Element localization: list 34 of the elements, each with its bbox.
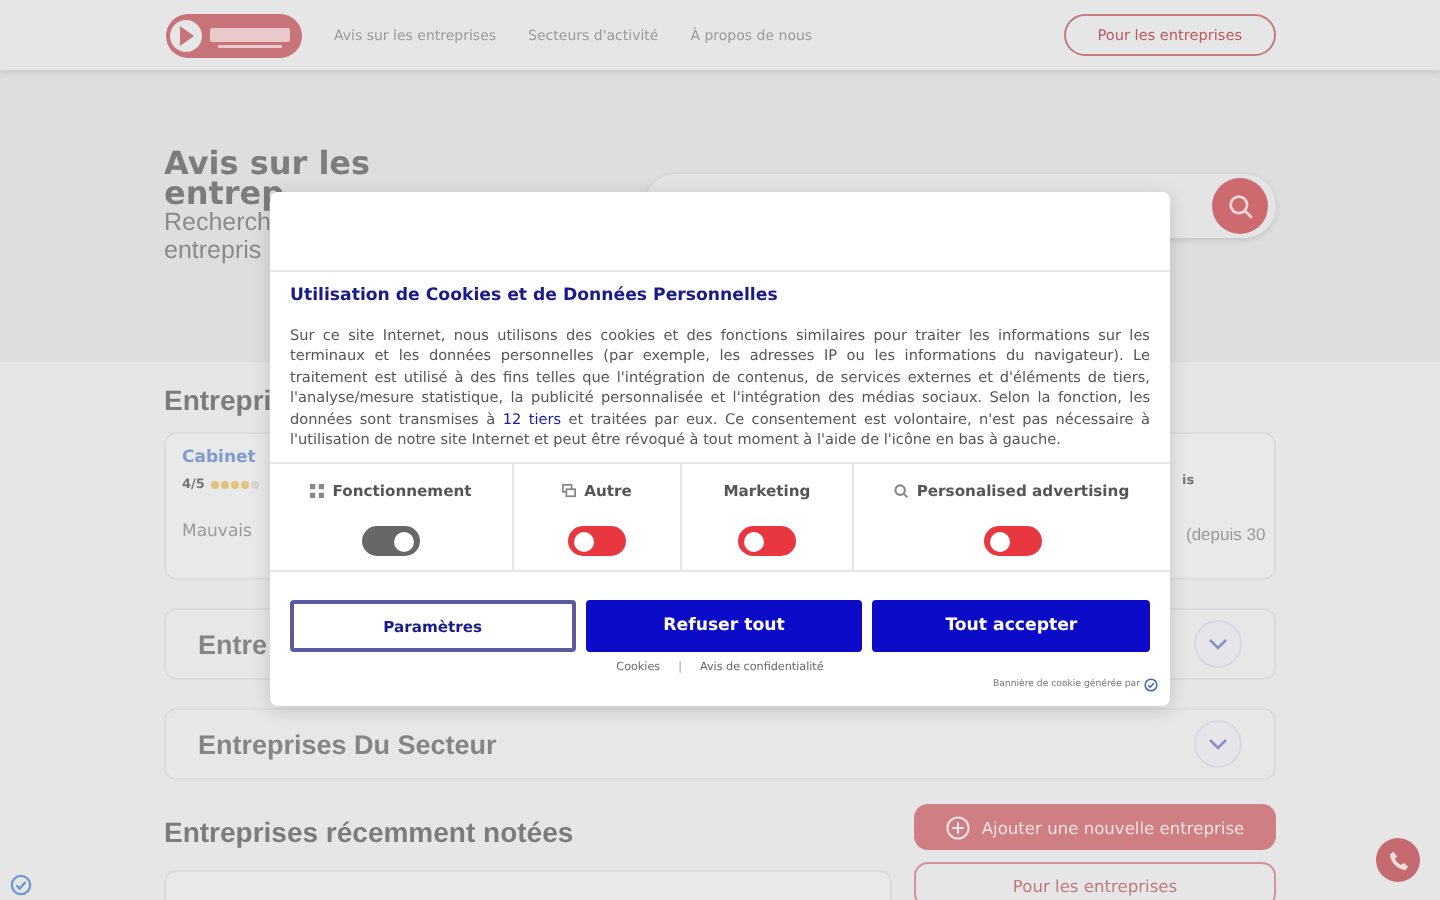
expand-button[interactable] (1194, 720, 1242, 768)
consent-button[interactable]: Refuser tout (585, 600, 863, 653)
review-excerpt: (depuis 30 (1186, 524, 1266, 544)
page-title: Avis sur les (164, 148, 373, 178)
consent-toggle[interactable] (983, 526, 1041, 557)
consent-icon[interactable] (10, 874, 32, 896)
chevron-down-icon (1208, 638, 1228, 650)
review-excerpt: Mauvais (182, 522, 252, 542)
consent-toggle[interactable] (362, 526, 420, 557)
check-circle-icon[interactable] (1144, 678, 1158, 693)
business-button[interactable]: Pour les entreprises (914, 862, 1276, 900)
chevron-down-icon (1208, 738, 1228, 750)
expand-button[interactable] (1194, 620, 1242, 668)
plus-circle-icon (945, 815, 970, 839)
consent-toggle[interactable] (738, 526, 796, 557)
accordion-title: Entre (198, 629, 268, 659)
section-heading: Entrepri (164, 384, 272, 420)
section-heading: Entreprises récemment notées (164, 816, 574, 852)
logo[interactable] (166, 13, 302, 57)
search-icon (1227, 193, 1253, 219)
accordion-title: Entreprises Du Secteur (198, 729, 497, 759)
phone-icon (1387, 849, 1409, 871)
search-button[interactable] (1212, 178, 1268, 234)
dialog-title: Utilisation de Cookies et de Données Personnelles (290, 286, 780, 310)
consent-button[interactable]: Tout accepter (872, 600, 1151, 653)
subtitle: entrepris (164, 236, 264, 264)
grid-icon (310, 484, 325, 499)
consent-toggle[interactable] (568, 526, 626, 557)
accordion-header[interactable]: Entreprises Du Secteur (164, 708, 1276, 780)
chat-icon (562, 484, 577, 499)
add-company-button[interactable]: Ajouter une nouvelle entreprise (914, 804, 1276, 850)
search-icon (894, 484, 909, 499)
subtitle: Recherch (164, 208, 271, 236)
company-name: Cabinet (182, 448, 258, 468)
